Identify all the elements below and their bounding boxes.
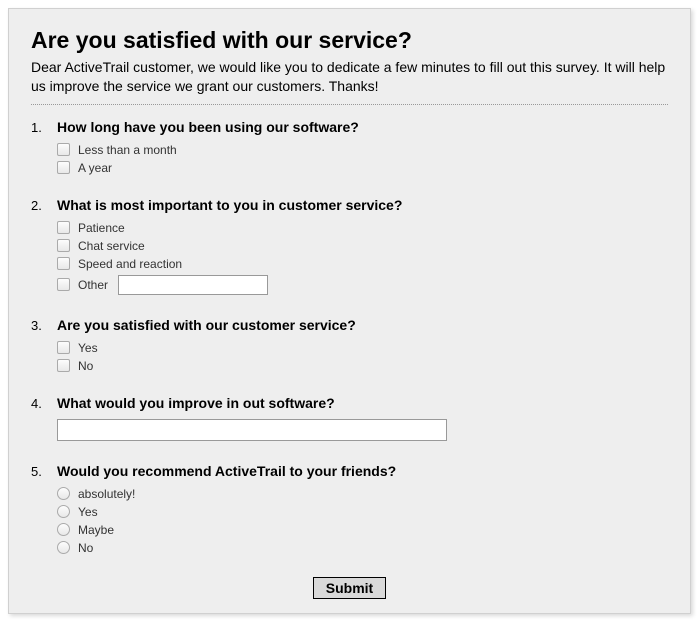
radio-icon[interactable] <box>57 541 70 554</box>
question-text: Would you recommend ActiveTrail to your … <box>57 463 668 479</box>
option-label: Yes <box>78 341 98 355</box>
options-list: Less than a month A year <box>57 143 668 175</box>
checkbox-icon[interactable] <box>57 341 70 354</box>
question-number: 1. <box>31 119 57 175</box>
survey-title: Are you satisfied with our service? <box>31 27 668 54</box>
question-body: What would you improve in out software? <box>57 395 668 441</box>
survey-container: Are you satisfied with our service? Dear… <box>8 8 691 614</box>
question-number: 3. <box>31 317 57 373</box>
option-label: Less than a month <box>78 143 177 157</box>
options-list: Yes No <box>57 341 668 373</box>
question-text: How long have you been using our softwar… <box>57 119 668 135</box>
option-label: Other <box>78 278 108 292</box>
option-row: Speed and reaction <box>57 257 668 271</box>
option-row: absolutely! <box>57 487 668 501</box>
option-row: Yes <box>57 505 668 519</box>
survey-intro: Dear ActiveTrail customer, we would like… <box>31 58 668 96</box>
question-5: 5. Would you recommend ActiveTrail to yo… <box>31 463 668 555</box>
radio-icon[interactable] <box>57 487 70 500</box>
option-label: Patience <box>78 221 125 235</box>
question-number: 2. <box>31 197 57 295</box>
option-label: No <box>78 359 93 373</box>
submit-button[interactable]: Submit <box>313 577 386 599</box>
question-text: What would you improve in out software? <box>57 395 668 411</box>
question-body: Would you recommend ActiveTrail to your … <box>57 463 668 555</box>
checkbox-icon[interactable] <box>57 161 70 174</box>
checkbox-icon[interactable] <box>57 359 70 372</box>
question-body: Are you satisfied with our customer serv… <box>57 317 668 373</box>
separator <box>31 104 668 105</box>
question-text: Are you satisfied with our customer serv… <box>57 317 668 333</box>
question-body: What is most important to you in custome… <box>57 197 668 295</box>
options-list: Patience Chat service Speed and reaction… <box>57 221 668 295</box>
question-text: What is most important to you in custome… <box>57 197 668 213</box>
other-input[interactable] <box>118 275 268 295</box>
submit-wrap: Submit <box>31 577 668 599</box>
option-label: A year <box>78 161 112 175</box>
radio-icon[interactable] <box>57 523 70 536</box>
question-4: 4. What would you improve in out softwar… <box>31 395 668 441</box>
question-body: How long have you been using our softwar… <box>57 119 668 175</box>
option-label: Maybe <box>78 523 114 537</box>
option-row: No <box>57 359 668 373</box>
question-number: 4. <box>31 395 57 441</box>
option-row: Chat service <box>57 239 668 253</box>
improve-input[interactable] <box>57 419 447 441</box>
options-list: absolutely! Yes Maybe No <box>57 487 668 555</box>
radio-icon[interactable] <box>57 505 70 518</box>
checkbox-icon[interactable] <box>57 278 70 291</box>
question-3: 3. Are you satisfied with our customer s… <box>31 317 668 373</box>
checkbox-icon[interactable] <box>57 257 70 270</box>
option-label: Yes <box>78 505 98 519</box>
option-row: Less than a month <box>57 143 668 157</box>
checkbox-icon[interactable] <box>57 221 70 234</box>
option-row: Patience <box>57 221 668 235</box>
question-1: 1. How long have you been using our soft… <box>31 119 668 175</box>
question-2: 2. What is most important to you in cust… <box>31 197 668 295</box>
option-label: absolutely! <box>78 487 135 501</box>
option-row: Maybe <box>57 523 668 537</box>
question-number: 5. <box>31 463 57 555</box>
option-label: Chat service <box>78 239 145 253</box>
option-row: No <box>57 541 668 555</box>
checkbox-icon[interactable] <box>57 239 70 252</box>
checkbox-icon[interactable] <box>57 143 70 156</box>
option-row: Yes <box>57 341 668 355</box>
option-label: No <box>78 541 93 555</box>
option-label: Speed and reaction <box>78 257 182 271</box>
option-row: Other <box>57 275 668 295</box>
option-row: A year <box>57 161 668 175</box>
